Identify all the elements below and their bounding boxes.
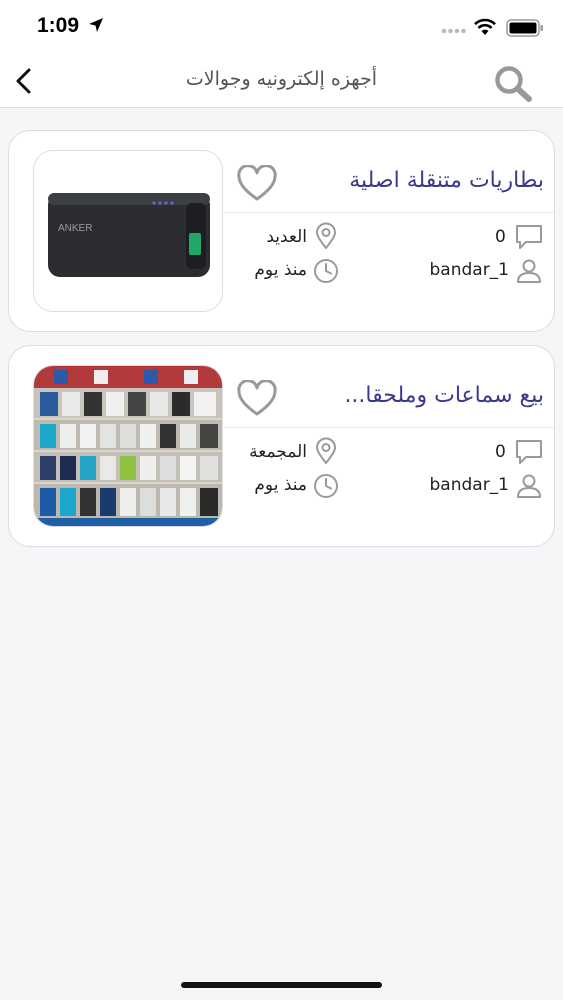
svg-text:ANKER: ANKER xyxy=(58,223,92,234)
comment-count: 0 xyxy=(495,442,506,462)
listing-time: منذ يوم xyxy=(254,475,307,495)
clock-icon xyxy=(314,474,338,498)
location-pin-icon xyxy=(315,222,337,250)
divider xyxy=(225,427,554,428)
listing-image[interactable] xyxy=(33,365,223,527)
cellular-signal-icon xyxy=(441,28,466,34)
listing-time: منذ يوم xyxy=(254,260,307,280)
accessories-shop-image xyxy=(34,366,222,526)
location-arrow-icon xyxy=(89,18,103,32)
clock-icon xyxy=(314,259,338,283)
location-pin-icon xyxy=(315,437,337,465)
comment-icon xyxy=(516,225,542,249)
favorite-heart-icon[interactable] xyxy=(235,165,279,203)
user-icon xyxy=(517,474,541,498)
power-bank-image: ANKER xyxy=(34,151,222,311)
home-indicator[interactable] xyxy=(181,982,382,988)
listing-title[interactable]: بيع سماعات وملحقا... xyxy=(314,383,544,408)
listing-location: المجمعة xyxy=(249,442,307,462)
comment-icon xyxy=(516,440,542,464)
favorite-heart-icon[interactable] xyxy=(235,380,279,418)
listing-card[interactable]: بيع سماعات وملحقا... 0 المجمعة bandar_1 … xyxy=(8,345,555,547)
listing-location: العديد xyxy=(266,227,307,247)
listing-user[interactable]: bandar_1 xyxy=(389,260,510,280)
status-time: 1:09 xyxy=(37,14,80,37)
divider xyxy=(225,212,554,213)
battery-icon xyxy=(506,19,543,37)
comment-count: 0 xyxy=(495,227,506,247)
search-button[interactable] xyxy=(491,63,535,103)
navigation-bar: أجهزه إلكترونيه وجوالات xyxy=(0,54,563,108)
listing-title[interactable]: بطاريات متنقلة اصلية xyxy=(314,168,544,193)
wifi-icon xyxy=(474,18,496,35)
listing-user[interactable]: bandar_1 xyxy=(389,475,510,495)
back-button[interactable] xyxy=(10,66,40,96)
listing-image[interactable]: ANKER xyxy=(33,150,223,312)
status-bar: 1:09 xyxy=(0,0,563,54)
listing-card[interactable]: ANKER بطاريات متنقلة اصلية 0 العديد band… xyxy=(8,130,555,332)
page-title: أجهزه إلكترونيه وجوالات xyxy=(185,68,378,90)
user-icon xyxy=(517,259,541,283)
